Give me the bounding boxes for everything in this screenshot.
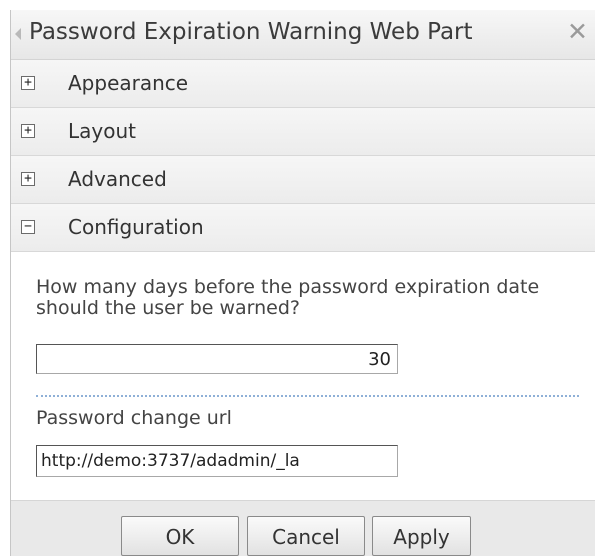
password-change-url-input[interactable] [36,445,398,477]
dotted-divider [36,395,579,397]
tool-pane-title: Password Expiration Warning Web Part [29,19,473,45]
web-part-tool-pane: Password Expiration Warning Web Part ✕ +… [10,10,595,556]
collapse-arrow-icon[interactable] [15,28,21,40]
apply-button[interactable]: Apply [372,516,471,556]
section-label: Layout [68,119,136,143]
section-label: Appearance [68,71,189,95]
ok-button[interactable]: OK [121,516,239,556]
tool-pane-title-bar: Password Expiration Warning Web Part ✕ [11,10,595,60]
section-layout[interactable]: + Layout [11,108,595,156]
cancel-button[interactable]: Cancel [247,516,365,556]
section-appearance[interactable]: + Appearance [11,60,595,108]
expand-icon[interactable]: + [21,124,35,138]
section-configuration[interactable]: − Configuration [11,204,595,252]
warning-days-input[interactable] [36,344,398,374]
days-question-label: How many days before the password expira… [36,276,540,319]
configuration-body: How many days before the password expira… [11,252,595,512]
expand-icon[interactable]: + [21,172,35,186]
collapse-icon[interactable]: − [21,220,35,234]
section-label: Configuration [68,215,204,239]
section-label: Advanced [68,167,167,191]
password-url-label: Password change url [36,407,232,429]
close-icon[interactable]: ✕ [567,17,588,47]
expand-icon[interactable]: + [21,76,35,90]
button-bar: OK Cancel Apply [11,500,595,556]
section-advanced[interactable]: + Advanced [11,156,595,204]
